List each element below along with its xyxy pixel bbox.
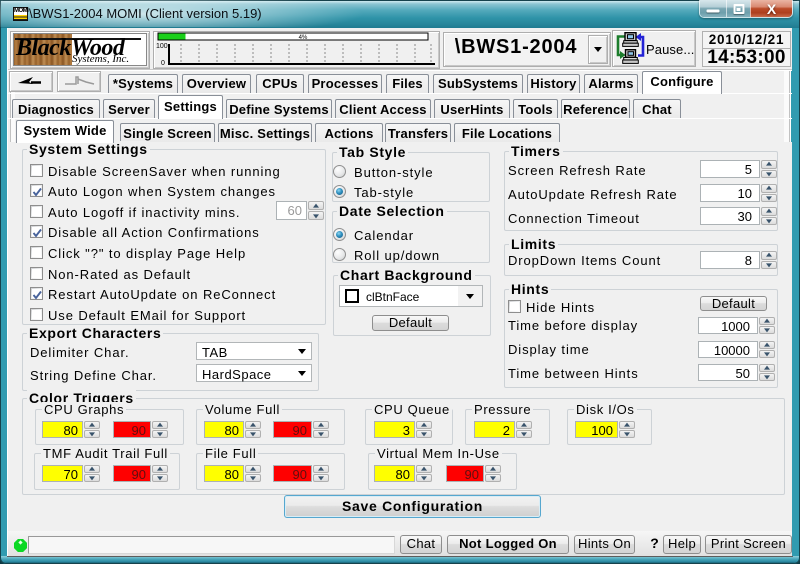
svg-text:100: 100 xyxy=(156,43,168,50)
svg-text:0: 0 xyxy=(161,60,165,67)
svg-text:4%: 4% xyxy=(299,35,308,41)
